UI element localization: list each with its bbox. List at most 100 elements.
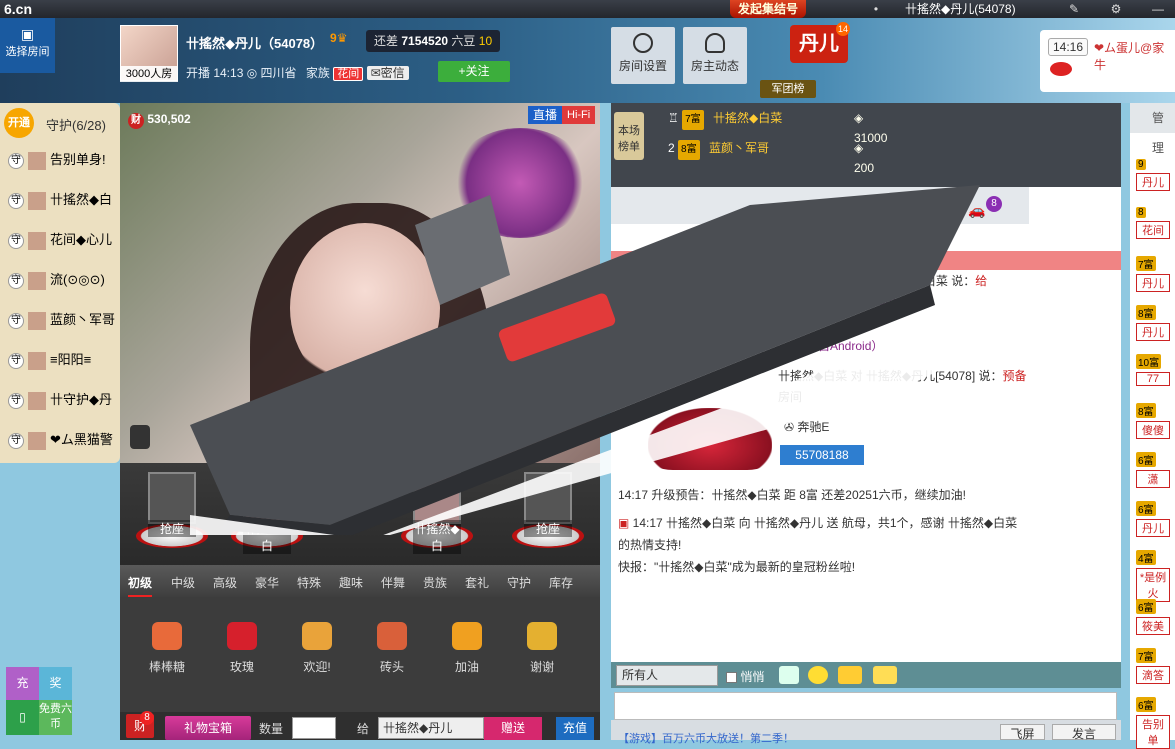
gift-tab[interactable]: 特殊 <box>297 574 321 591</box>
rank-row[interactable]: ♖ 7富 卄搖然◆白菜 ◈ 31000 <box>668 108 887 145</box>
quantity-input[interactable] <box>292 717 336 739</box>
gift-tab[interactable]: 豪华 <box>255 574 279 591</box>
private-toggle[interactable]: 悄悄 <box>726 668 764 685</box>
recharge-button[interactable]: 充值 <box>556 717 594 740</box>
avatar <box>28 391 46 410</box>
avatar <box>28 311 46 330</box>
minus-icon[interactable]: — <box>1150 1 1166 17</box>
manager-item[interactable]: 10富 77 <box>1136 354 1175 386</box>
dots-icon[interactable]: • <box>868 1 884 17</box>
rank-label[interactable]: 本场榜单 <box>614 112 644 160</box>
vip-icon[interactable] <box>838 666 862 684</box>
seat-1[interactable]: 抢座 <box>130 472 210 552</box>
top-user-name[interactable]: 卄搖然◆丹儿(54078) <box>905 0 1016 18</box>
game-ticker[interactable]: 【游戏】百万六币大放送！第二季！ <box>618 730 794 746</box>
site-logo[interactable]: 6.cn <box>4 0 32 18</box>
hifi-badge[interactable]: Hi-Fi <box>562 106 596 124</box>
gift-tab[interactable]: 高级 <box>213 574 237 591</box>
guard-icon[interactable] <box>873 666 897 684</box>
free-coins-button[interactable]: 免费六币 <box>39 700 72 735</box>
manager-item[interactable]: 8 花间 <box>1136 206 1175 239</box>
thanks-icon <box>527 622 557 650</box>
host-name[interactable]: 卄搖然◆丹儿（54078） <box>186 33 323 52</box>
recipient-select[interactable]: 卄搖然◆丹儿 <box>378 717 484 739</box>
rally-banner-button[interactable]: 发起集结号 <box>730 0 807 18</box>
edit-icon[interactable]: ✎ <box>1066 1 1082 17</box>
video-player[interactable] <box>120 103 600 463</box>
guard-item[interactable]: 守 卄守护◆丹 <box>8 384 118 416</box>
manager-item[interactable]: 6富潇 <box>1136 452 1175 488</box>
gift-item[interactable]: 欢迎! <box>292 622 342 675</box>
gift-tab[interactable]: 守护 <box>507 574 531 591</box>
gift-item[interactable]: 加油 <box>442 622 492 675</box>
guard-item[interactable]: 守 流(⊙◎⊙) <box>8 264 118 296</box>
gift-tab[interactable]: 伴舞 <box>381 574 405 591</box>
image-icon[interactable] <box>779 666 799 684</box>
guard-name: 花间◆心儿 <box>50 232 112 247</box>
gift-item[interactable]: 谢谢 <box>517 622 567 675</box>
chat-line-upgrade: 14:17 升级预告：卄搖然◆白菜 距 8富 还差20251六币，继续加油! <box>618 488 966 502</box>
guard-item[interactable]: 守 ≡阳阳≡ <box>8 344 118 376</box>
gift-item[interactable]: 棒棒糖 <box>142 622 192 675</box>
message-input[interactable] <box>614 692 1117 720</box>
manager-item[interactable]: 8富 傻傻 <box>1136 403 1175 439</box>
guard-icon: 守 <box>8 312 24 329</box>
host-news-button[interactable]: 房主动态 <box>683 27 747 84</box>
message-button[interactable]: ✉密信 <box>366 66 409 80</box>
guard-item[interactable]: 守 卄搖然◆白 <box>8 184 118 216</box>
emoji-icon[interactable] <box>808 666 828 684</box>
gift-item[interactable]: 玫瑰 <box>217 622 267 675</box>
guard-icon: 守 <box>8 272 24 289</box>
guard-item[interactable]: 守 花间◆心儿 <box>8 224 118 256</box>
gift-name: 欢迎! <box>303 660 331 674</box>
gift-tab[interactable]: 初级 <box>128 574 153 597</box>
fly-screen-button[interactable]: 飞屏 <box>1000 724 1045 741</box>
manager-item[interactable]: 8富 丹儿 <box>1136 305 1175 341</box>
mercedes-icon: ✇ <box>784 420 798 434</box>
gift-item[interactable]: 砖头 <box>367 622 417 675</box>
gift-tab[interactable]: 贵族 <box>423 574 447 591</box>
family-tag[interactable]: 花间 <box>333 67 364 81</box>
guard-item[interactable]: 守 告别单身! <box>8 144 118 176</box>
rank-level: 8富 <box>678 140 700 160</box>
manager-item[interactable]: 7富 丹儿 <box>1136 256 1175 292</box>
room-settings-button[interactable]: 房间设置 <box>611 27 675 84</box>
open-guard-button[interactable]: 开通 <box>4 108 34 138</box>
chat-target-select[interactable]: 所有人 <box>616 665 718 686</box>
guard-item[interactable]: 守 ❤ム黑猫警 <box>8 424 118 456</box>
award-button[interactable]: 奖 <box>39 667 72 700</box>
chat-line: 房间 <box>778 390 803 404</box>
manager-item[interactable]: 4富 *是例火 <box>1136 550 1175 602</box>
seat-4[interactable]: 抢座 <box>506 472 586 552</box>
gift-box-button[interactable]: 礼物宝箱 <box>165 716 251 740</box>
gift-tab[interactable]: 中级 <box>171 574 195 591</box>
car-icon[interactable]: 🚗 <box>968 202 985 219</box>
person-icon <box>148 472 196 524</box>
gift-tab[interactable]: 趣味 <box>339 574 363 591</box>
guard-item[interactable]: 守 蓝颜丶军哥 <box>8 304 118 336</box>
gift-tab[interactable]: 库存 <box>549 574 573 591</box>
car-user-id[interactable]: 55708188 <box>780 445 864 465</box>
phone-icon[interactable]: ▯ <box>6 700 39 735</box>
rank-row[interactable]: 2 8富 蓝颜丶军哥 ◈ 200 <box>668 138 874 175</box>
seat-3[interactable]: 卄搖然◆白 <box>395 472 475 554</box>
send-gift-button[interactable]: 赠送 <box>484 717 542 740</box>
charge-button[interactable]: 充 <box>6 667 39 700</box>
manager-item[interactable]: 6富 告别单 <box>1136 697 1175 749</box>
send-message-button[interactable]: 发言 <box>1052 724 1116 741</box>
manager-item[interactable]: 9 丹儿 <box>1136 158 1175 191</box>
follow-button[interactable]: +关注 <box>438 61 510 82</box>
guard-name: ≡阳阳≡ <box>50 352 92 367</box>
checkbox[interactable] <box>726 672 737 684</box>
gift-tab[interactable]: 套礼 <box>465 574 489 591</box>
gear-icon[interactable]: ⚙ <box>1108 1 1124 17</box>
chat-line: 自Android） <box>852 294 918 308</box>
army-rank-button[interactable]: 军团榜 <box>760 80 816 98</box>
manager-item[interactable]: 6富 筱美 <box>1136 599 1175 635</box>
seat-2[interactable]: 卄搖然◆白 <box>225 472 305 554</box>
microphone-icon[interactable] <box>130 425 150 449</box>
pick-room-button[interactable]: ▣ 选择房间 <box>0 18 55 73</box>
manager-item[interactable]: 7富 滴答 <box>1136 648 1175 684</box>
right-top-user[interactable]: ❤ム蛋儿@家牛 <box>1094 39 1175 73</box>
manager-item[interactable]: 6富 丹儿 <box>1136 501 1175 537</box>
